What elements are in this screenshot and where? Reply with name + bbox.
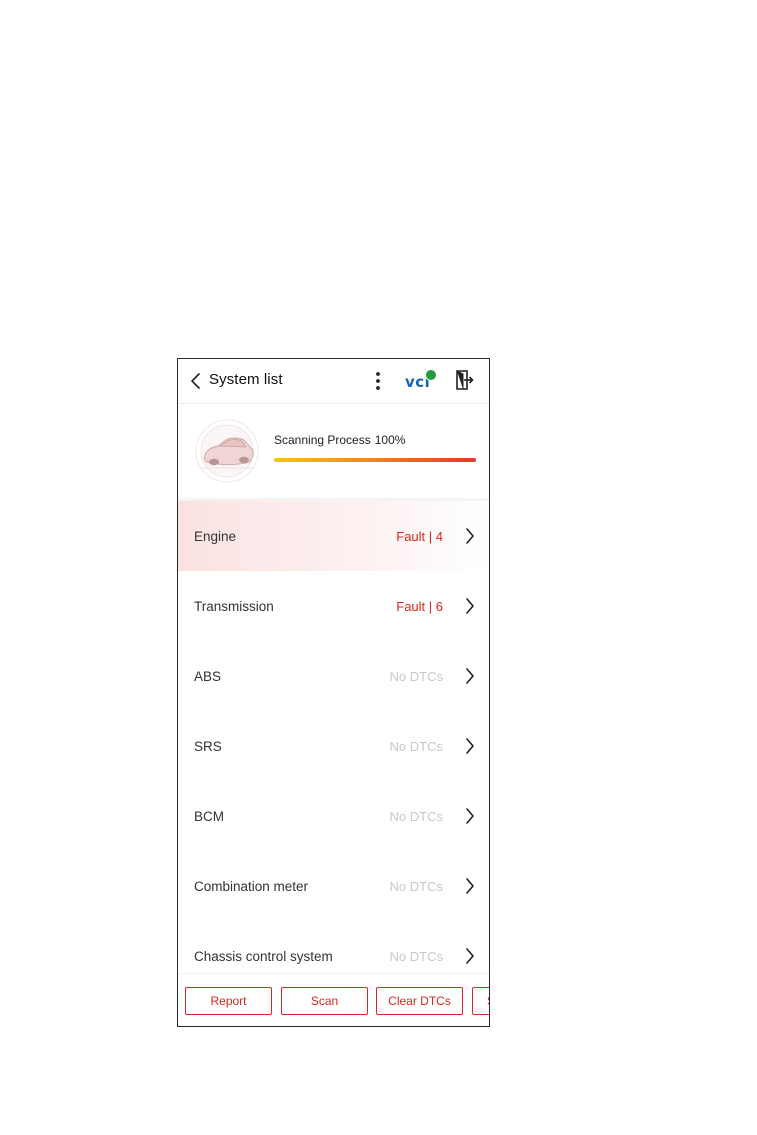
system-row[interactable]: Transmission Fault | 6 [178, 571, 489, 641]
clear-dtcs-button[interactable]: Clear DTCs [376, 987, 463, 1015]
chevron-right-icon [466, 528, 474, 544]
system-row[interactable]: Combination meter No DTCs [178, 851, 489, 921]
system-row[interactable]: ABS No DTCs [178, 641, 489, 711]
system-list: Engine Fault | 4 Transmission Fault | 6 ABS N… [178, 501, 489, 991]
page-title: System list [209, 371, 283, 388]
chevron-left-icon[interactable] [188, 371, 204, 391]
fault-status: Fault | 4 [396, 529, 443, 544]
scan-progress-panel: Scanning Process 100% [178, 404, 489, 498]
chevron-right-icon [466, 668, 474, 684]
chevron-right-icon [466, 598, 474, 614]
scan-button[interactable]: Scan [281, 987, 368, 1015]
scan-progress-bar [274, 458, 476, 462]
no-dtc-status: No DTCs [389, 669, 443, 684]
chevron-right-icon [466, 738, 474, 754]
car-icon [195, 419, 259, 483]
system-row[interactable]: BCM No DTCs [178, 781, 489, 851]
system-name: Combination meter [194, 879, 309, 894]
vci-connection-icon[interactable]: VCI [405, 369, 437, 393]
exit-icon[interactable] [454, 369, 474, 391]
more-actions-button[interactable]: S [472, 987, 489, 1015]
chevron-right-icon [466, 948, 474, 964]
system-name: BCM [194, 809, 224, 824]
fault-status: Fault | 6 [396, 599, 443, 614]
scan-status-text: Scanning Process 100% [274, 433, 405, 447]
action-bar: Report Scan Clear DTCs S [178, 973, 489, 1026]
app-screen: System list VCI Scanning Process 100 [177, 358, 490, 1027]
system-name: Transmission [194, 599, 274, 614]
scan-percent: 100% [374, 433, 406, 447]
no-dtc-status: No DTCs [389, 879, 443, 894]
system-name: SRS [194, 739, 222, 754]
report-button[interactable]: Report [185, 987, 272, 1015]
more-vertical-icon[interactable] [372, 370, 384, 392]
system-name: Engine [194, 529, 237, 544]
chevron-right-icon [466, 808, 474, 824]
chevron-right-icon [466, 878, 474, 894]
system-name: ABS [194, 669, 222, 684]
top-bar: System list VCI [178, 359, 489, 404]
scan-label: Scanning Process [274, 433, 371, 447]
no-dtc-status: No DTCs [389, 739, 443, 754]
system-row[interactable]: SRS No DTCs [178, 711, 489, 781]
system-row[interactable]: Engine Fault | 4 [178, 501, 489, 571]
system-name: Chassis control system [194, 949, 333, 964]
vci-status-dot [425, 369, 437, 381]
scan-progress-fill [274, 458, 476, 462]
no-dtc-status: No DTCs [389, 809, 443, 824]
no-dtc-status: No DTCs [389, 949, 443, 964]
